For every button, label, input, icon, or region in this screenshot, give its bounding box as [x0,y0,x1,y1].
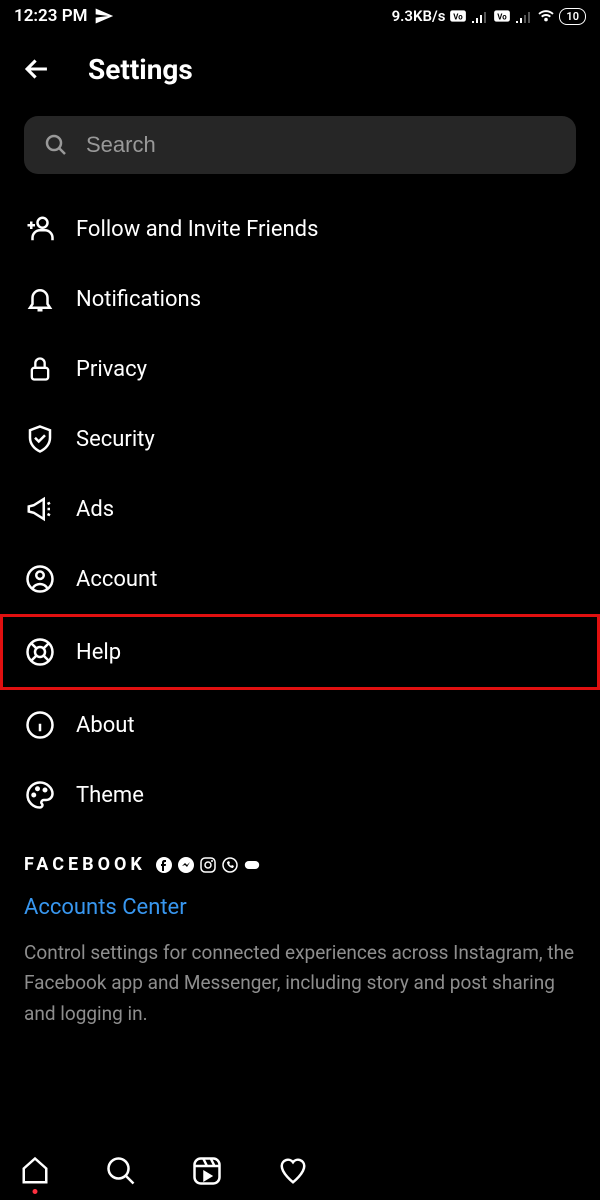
battery-icon: 10 [559,8,586,25]
menu-label: Security [76,427,155,452]
shield-icon [24,423,56,455]
accounts-description: Control settings for connected experienc… [24,938,576,1029]
volte-icon-2: Vo [493,7,511,25]
nav-home[interactable] [20,1156,50,1186]
search-box[interactable] [24,116,576,174]
info-icon [24,709,56,741]
bell-icon [24,283,56,315]
menu-item-follow[interactable]: Follow and Invite Friends [0,194,600,264]
lifebuoy-icon [24,636,56,668]
person-circle-icon [24,563,56,595]
facebook-label: FACEBOOK [24,854,146,875]
menu-label: Follow and Invite Friends [76,217,318,242]
menu-label: Account [76,567,157,592]
lock-icon [24,353,56,385]
menu-item-about[interactable]: About [0,690,600,760]
menu-label: Theme [76,783,144,808]
menu-item-account[interactable]: Account [0,544,600,614]
status-time: 12:23 PM [14,6,88,26]
oculus-icon [244,857,260,873]
search-icon [44,133,68,157]
menu-item-privacy[interactable]: Privacy [0,334,600,404]
menu-item-help[interactable]: Help [0,614,600,690]
palette-icon [24,779,56,811]
nav-activity[interactable] [278,1156,308,1186]
facebook-icon [156,857,172,873]
menu-label: Privacy [76,357,147,382]
accounts-center-link[interactable]: Accounts Center [24,895,576,920]
notification-dot-icon [33,1189,38,1194]
nav-reels[interactable] [192,1156,222,1186]
menu-label: Notifications [76,287,201,312]
whatsapp-icon [222,857,238,873]
menu-item-theme[interactable]: Theme [0,760,600,830]
svg-text:Vo: Vo [454,12,464,21]
status-bar: 12:23 PM 9.3KB/s Vo Vo 10 [0,0,600,32]
network-speed: 9.3KB/s [392,7,446,25]
menu-label: Help [76,640,121,665]
add-person-icon [24,213,56,245]
send-icon [94,6,114,26]
search-input[interactable] [86,132,556,158]
svg-text:Vo: Vo [498,12,508,21]
bottom-nav [0,1142,600,1200]
messenger-icon [178,857,194,873]
megaphone-icon [24,493,56,525]
signal-icon-2 [515,7,533,25]
nav-search[interactable] [106,1156,136,1186]
menu-item-notifications[interactable]: Notifications [0,264,600,334]
wifi-icon [537,7,555,25]
signal-icon-1 [471,7,489,25]
header: Settings [0,32,600,116]
settings-menu: Follow and Invite Friends Notifications … [0,174,600,830]
menu-label: About [76,713,135,738]
menu-item-security[interactable]: Security [0,404,600,474]
back-arrow-icon[interactable] [20,52,54,86]
page-title: Settings [88,53,193,86]
facebook-section: FACEBOOK Accounts Center Control setting… [0,830,600,1029]
volte-icon-1: Vo [449,7,467,25]
menu-item-ads[interactable]: Ads [0,474,600,544]
instagram-icon [200,857,216,873]
menu-label: Ads [76,497,114,522]
